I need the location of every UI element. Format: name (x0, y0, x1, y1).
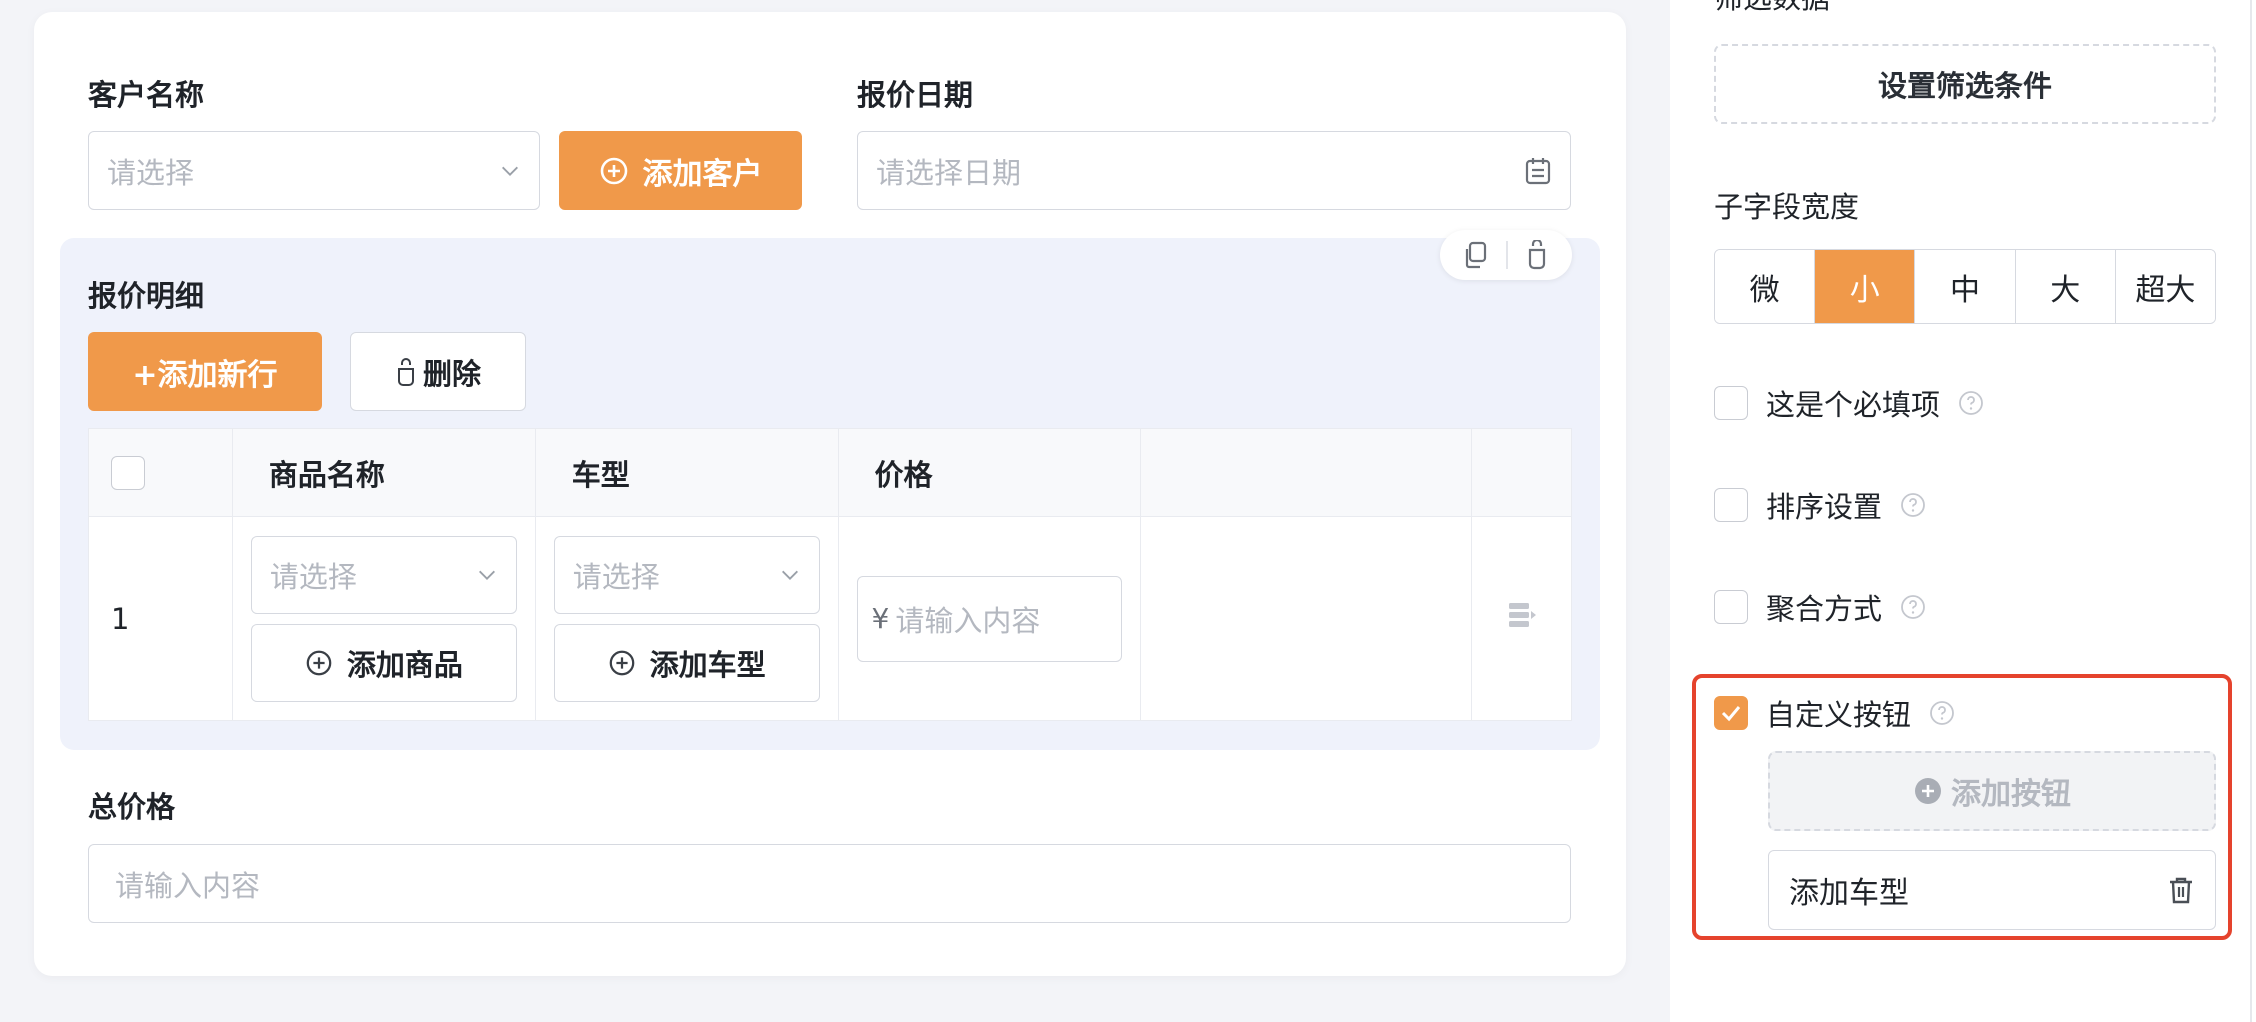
set-filter-button[interactable]: 设置筛选条件 (1714, 44, 2216, 124)
filter-data-header: 筛选数据 (1714, 0, 1830, 18)
quote-detail-label: 报价明细 (88, 279, 205, 313)
width-option-xlarge[interactable]: 超大 (2114, 250, 2215, 323)
required-option[interactable]: 这是个必填项 (1714, 382, 1984, 424)
column-header-empty (1140, 428, 1472, 517)
select-all-checkbox[interactable] (111, 455, 145, 490)
help-icon[interactable] (1900, 492, 1926, 518)
add-row-button[interactable]: +添加新行 (88, 332, 322, 411)
quote-date-placeholder: 请选择日期 (876, 155, 1022, 190)
set-filter-label: 设置筛选条件 (1877, 69, 2052, 103)
plus-circle-icon (609, 650, 634, 675)
sorting-checkbox[interactable] (1714, 488, 1748, 522)
width-option-micro[interactable]: 微 (1715, 250, 1815, 323)
empty-cell (1140, 516, 1472, 721)
total-price-placeholder: 请输入内容 (115, 868, 261, 903)
column-header-product: 商品名称 (231, 428, 536, 517)
model-select[interactable]: 请选择 (553, 535, 820, 614)
add-model-button[interactable]: 添加车型 (553, 623, 820, 702)
sub-field-width-selector: 微 小 中 大 超大 (1714, 249, 2216, 324)
price-prefix: ¥ (871, 602, 890, 635)
price-input-placeholder: 请输入内容 (895, 603, 1041, 638)
price-cell: ¥ 请输入内容 (837, 516, 1142, 721)
customer-label: 客户名称 (88, 78, 205, 112)
row-index: 1 (88, 516, 233, 721)
product-select-placeholder: 请选择 (269, 559, 357, 594)
chevron-down-icon (478, 570, 495, 580)
chevron-down-icon (502, 166, 518, 176)
custom-button-item-label: 添加车型 (1789, 876, 1909, 911)
row-menu-icon[interactable] (1506, 599, 1538, 631)
delete-rows-button[interactable]: 删除 (350, 332, 526, 411)
customer-select-placeholder: 请选择 (107, 155, 195, 190)
add-model-label: 添加车型 (649, 647, 766, 682)
quote-date-picker[interactable]: 请选择日期 (857, 131, 1571, 210)
quote-date-label: 报价日期 (857, 78, 974, 112)
price-input[interactable]: ¥ 请输入内容 (856, 575, 1123, 662)
delete-icon[interactable] (1524, 240, 1550, 270)
model-cell: 请选择 添加车型 (534, 516, 839, 721)
width-option-small[interactable]: 小 (1814, 250, 1915, 323)
sorting-label: 排序设置 (1766, 490, 1883, 524)
total-price-label: 总价格 (88, 790, 176, 824)
delete-rows-label: 删除 (422, 356, 481, 391)
detail-tools (1440, 230, 1572, 280)
help-icon[interactable] (1958, 390, 1984, 416)
aggregation-option[interactable]: 聚合方式 (1714, 586, 1926, 628)
plus-circle-icon (600, 157, 627, 184)
select-all-cell (88, 428, 233, 517)
custom-button-item[interactable]: 添加车型 (1768, 850, 2216, 930)
filter-data-label: 筛选数据 (1714, 0, 1830, 17)
add-custom-button-label: 添加按钮 (1951, 777, 2071, 812)
trash-icon (397, 357, 414, 386)
calendar-icon (1525, 157, 1551, 184)
customer-select[interactable]: 请选择 (88, 131, 540, 210)
custom-button-option[interactable]: 自定义按钮 (1714, 692, 1955, 734)
trash-icon[interactable] (2167, 875, 2195, 905)
row-actions-cell (1471, 516, 1572, 721)
aggregation-checkbox[interactable] (1714, 590, 1748, 624)
table-header-row: 商品名称 车型 价格 (88, 428, 1572, 517)
add-custom-button[interactable]: 添加按钮 (1768, 751, 2216, 831)
add-product-label: 添加商品 (346, 647, 463, 682)
aggregation-label: 聚合方式 (1766, 592, 1883, 626)
quote-detail-table: 商品名称 车型 价格 1 请选择 添加商品 请选择 添加车型 ¥ 请输入内容 (88, 428, 1572, 721)
column-header-actions (1471, 428, 1572, 517)
custom-button-checkbox[interactable] (1714, 696, 1748, 730)
help-icon[interactable] (1900, 594, 1926, 620)
required-label: 这是个必填项 (1766, 388, 1941, 422)
sorting-option[interactable]: 排序设置 (1714, 484, 1926, 526)
plus-circle-icon (1915, 778, 1941, 804)
panel-scrollbar[interactable] (2250, 0, 2252, 1022)
chevron-down-icon (781, 570, 798, 580)
product-cell: 请选择 添加商品 (231, 516, 536, 721)
add-customer-button[interactable]: 添加客户 (559, 131, 802, 210)
plus-circle-icon (306, 650, 332, 675)
product-select[interactable]: 请选择 (250, 535, 517, 614)
column-header-model: 车型 (534, 428, 839, 517)
width-option-large[interactable]: 大 (2014, 250, 2115, 323)
add-product-button[interactable]: 添加商品 (250, 623, 517, 702)
width-option-medium[interactable]: 中 (1914, 250, 2015, 323)
sub-field-width-label: 子字段宽度 (1714, 190, 1860, 224)
required-checkbox[interactable] (1714, 386, 1748, 420)
model-select-placeholder: 请选择 (572, 559, 660, 594)
checkmark-icon (1721, 706, 1741, 722)
help-icon[interactable] (1929, 700, 1955, 726)
add-customer-label: 添加客户 (642, 156, 763, 192)
copy-icon[interactable] (1462, 240, 1490, 270)
custom-button-label: 自定义按钮 (1766, 698, 1912, 732)
table-row: 1 请选择 添加商品 请选择 添加车型 ¥ 请输入内容 (88, 516, 1572, 721)
add-row-label: +添加新行 (132, 357, 278, 393)
tools-divider (1506, 241, 1508, 269)
total-price-input[interactable]: 请输入内容 (88, 844, 1571, 923)
column-header-price: 价格 (837, 428, 1142, 517)
